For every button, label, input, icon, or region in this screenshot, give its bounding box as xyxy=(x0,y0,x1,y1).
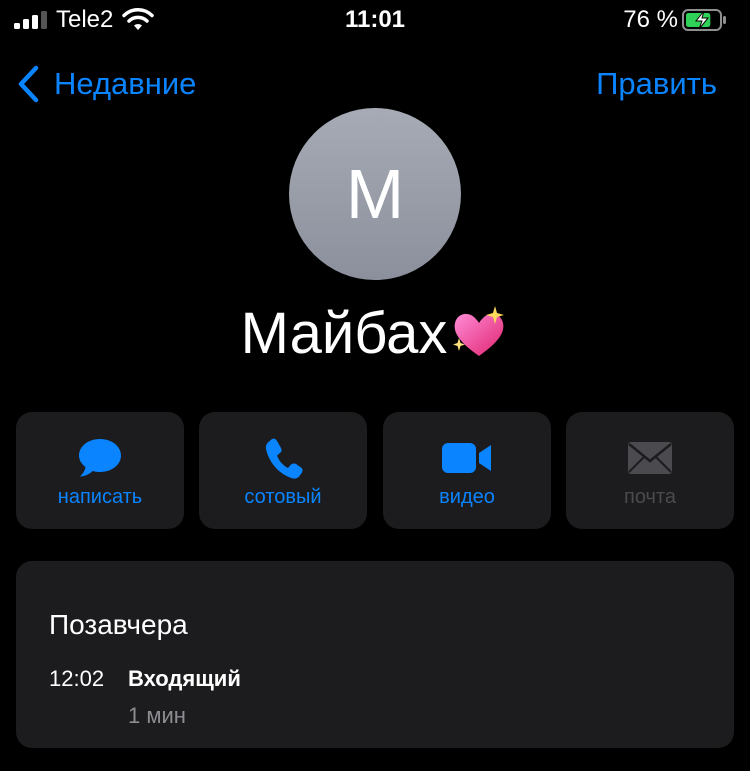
message-bubble-icon xyxy=(79,439,121,477)
recent-calls-date: Позавчера xyxy=(49,609,188,640)
recent-calls-card: Позавчера 12:02 Входящий 1 мин xyxy=(16,561,734,748)
back-button[interactable]: Недавние xyxy=(16,64,196,104)
call-type: Входящий xyxy=(128,666,241,691)
contact-actions: написать сотовый видео почта xyxy=(16,412,734,529)
avatar-initial: M xyxy=(345,155,405,233)
chevron-left-icon xyxy=(18,65,39,103)
phone-icon xyxy=(265,438,303,479)
call-action-label: сотовый xyxy=(244,486,322,508)
sparkling-heart-icon xyxy=(453,305,505,356)
message-action-label: написать xyxy=(57,486,143,508)
battery-charging-icon xyxy=(682,9,726,31)
envelope-icon xyxy=(628,442,672,474)
back-button-label: Недавние xyxy=(54,66,197,101)
message-action-button[interactable]: написать xyxy=(16,412,184,529)
call-duration: 1 мин xyxy=(128,703,186,728)
battery-percent: 76 % xyxy=(623,6,678,33)
contact-name: Майбах xyxy=(240,301,448,366)
call-action-button[interactable]: сотовый xyxy=(199,412,367,529)
call-time: 12:02 xyxy=(49,666,105,691)
mail-action-label: почта xyxy=(624,486,676,508)
mail-action-button[interactable]: почта xyxy=(566,412,734,529)
video-camera-icon xyxy=(442,443,491,473)
video-action-label: видео xyxy=(439,486,495,508)
status-bar: Tele2 11:01 76 % xyxy=(0,0,750,44)
edit-button[interactable]: Править xyxy=(596,66,717,102)
contact-name-row: Майбах xyxy=(0,300,750,370)
video-action-button[interactable]: видео xyxy=(383,412,551,529)
contact-avatar: M xyxy=(289,108,461,280)
